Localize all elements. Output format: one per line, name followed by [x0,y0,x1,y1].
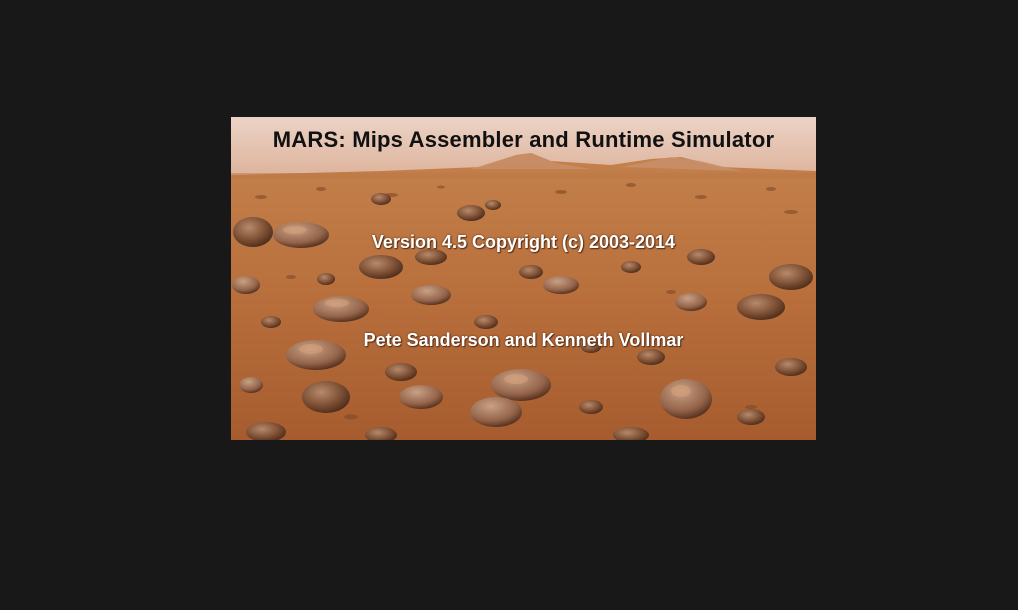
authors-text: Pete Sanderson and Kenneth Vollmar [363,330,684,350]
version-copyright-text: Version 4.5 Copyright (c) 2003-2014 [371,232,676,252]
mars-terrain-image [231,117,816,440]
splash-title: MARS: Mips Assembler and Runtime Simulat… [272,127,775,152]
screen-background: MARS: Mips Assembler and Runtime Simulat… [0,0,1018,610]
splash-window: MARS: Mips Assembler and Runtime Simulat… [231,117,816,440]
